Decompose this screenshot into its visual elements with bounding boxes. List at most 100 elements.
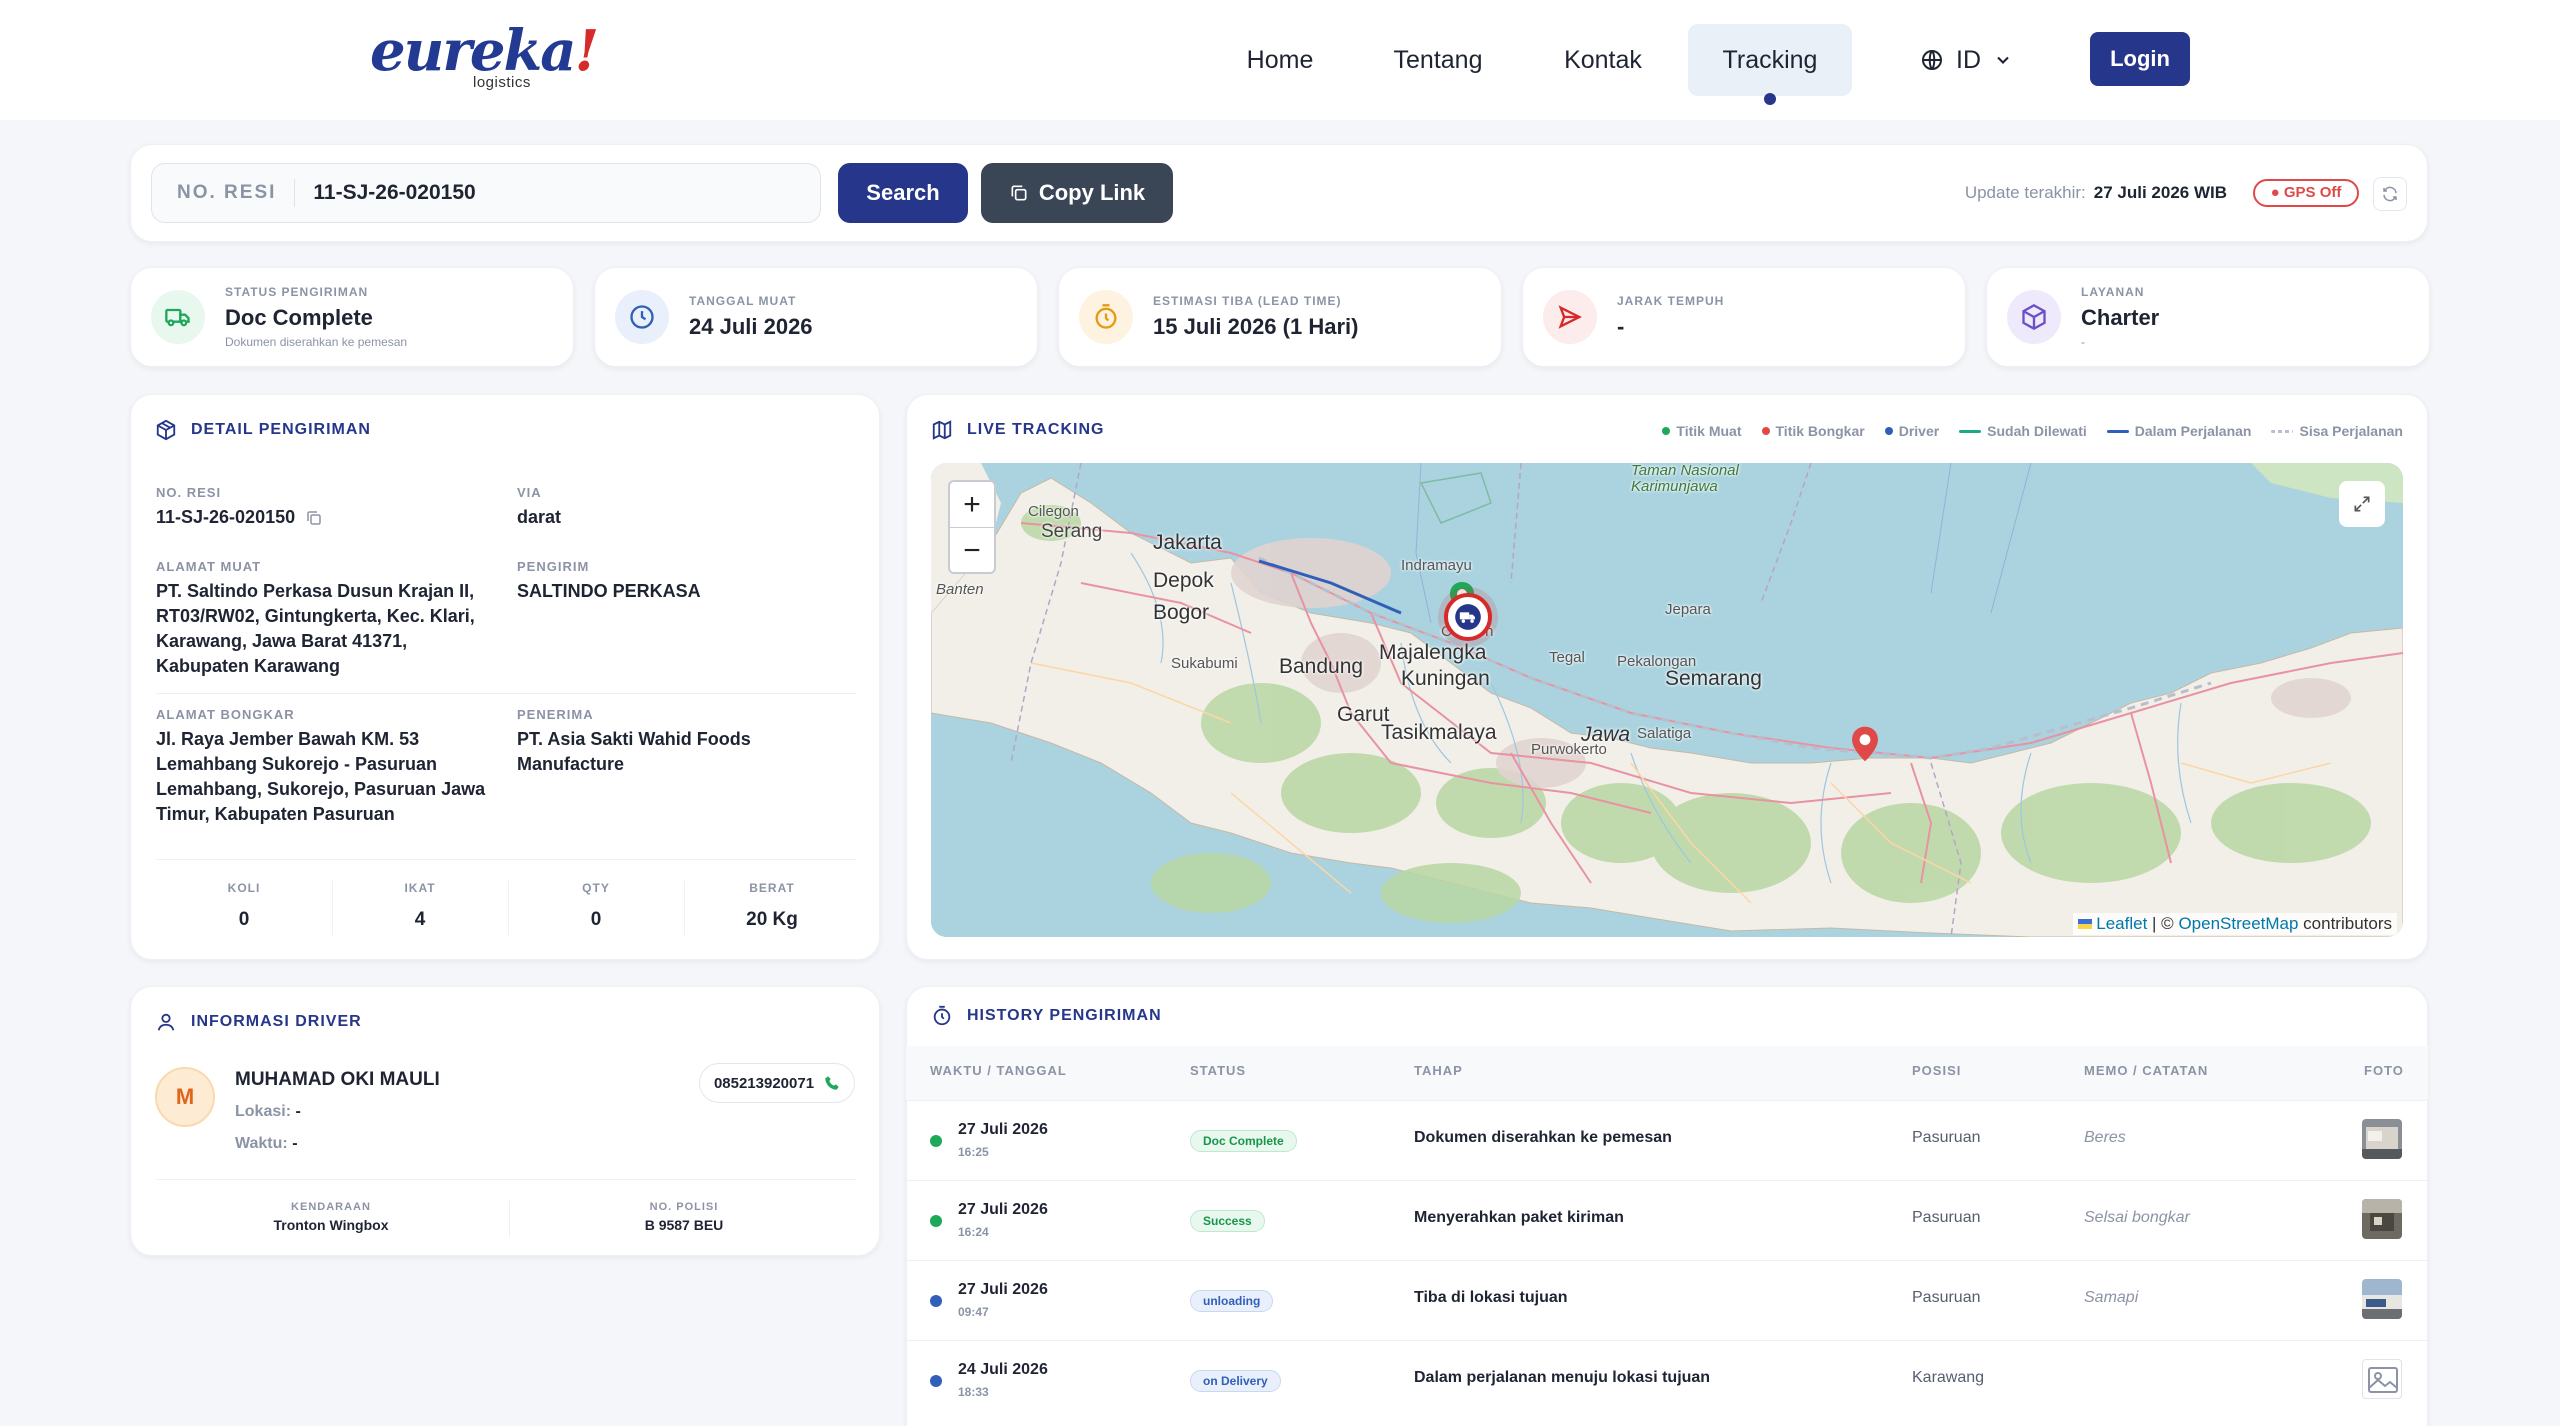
legend-titik-bongkar: Titik Bongkar	[1761, 423, 1865, 439]
language-selector[interactable]: ID	[1920, 40, 2013, 80]
place-indramayu: Indramayu	[1401, 557, 1472, 574]
login-button[interactable]: Login	[2090, 32, 2190, 86]
total-koli-label: KOLI	[227, 881, 261, 895]
place-majalengka: Majalengka	[1379, 641, 1487, 664]
detail-alamat-muat: PT. Saltindo Perkasa Dusun Krajan II, RT0…	[156, 581, 475, 676]
photo-thumbnail[interactable]	[2362, 1199, 2402, 1239]
driver-marker[interactable]	[1444, 593, 1492, 641]
leaflet-link[interactable]: Leaflet	[2096, 914, 2147, 933]
col-posisi: POSISI	[1912, 1063, 1962, 1078]
last-update: Update terakhir: 27 Juli 2026 WIB	[1964, 183, 2227, 202]
copy-icon[interactable]	[305, 509, 323, 527]
copy-link-label: Copy Link	[1038, 180, 1146, 205]
live-tracking-card: LIVE TRACKING Titik Muat Titik Bongkar D…	[906, 394, 2428, 960]
map-icon	[932, 420, 952, 440]
detail-penerima: PT. Asia Sakti Wahid Foods Manufacture	[517, 729, 751, 774]
gps-status-badge: ● GPS Off	[2253, 179, 2359, 207]
detail-pengiriman-card: DETAIL PENGIRIMAN NO. RESI 11-SJ-26-0201…	[130, 394, 880, 960]
osm-link[interactable]: OpenStreetMap	[2178, 914, 2298, 933]
nav-tracking[interactable]: Tracking	[1688, 24, 1852, 105]
photo-thumbnail[interactable]	[2362, 1279, 2402, 1319]
status-badge: on Delivery	[1190, 1370, 1281, 1392]
table-row: 27 Juli 2026 16:25 Doc Complete Dokumen …	[906, 1100, 2428, 1180]
phone-icon	[825, 1076, 839, 1090]
status-badge: Doc Complete	[1190, 1130, 1297, 1152]
send-icon	[1543, 290, 1597, 344]
detail-pengirim: SALTINDO PERKASA	[517, 581, 701, 601]
col-waktu: WAKTU / TANGGAL	[930, 1063, 1067, 1078]
jarak-value: -	[1617, 314, 1625, 339]
col-status: STATUS	[1190, 1063, 1247, 1078]
nav-kontak[interactable]: Kontak	[1550, 24, 1656, 96]
place-banten: Banten	[936, 581, 984, 598]
driver-phone-button[interactable]: 085213920071	[699, 1063, 855, 1103]
place-tegal: Tegal	[1549, 649, 1585, 666]
driver-name: MUHAMAD OKI MAULI	[235, 1069, 440, 1090]
driver-lokasi: Lokasi: -	[235, 1103, 301, 1120]
table-row: 27 Juli 2026 09:47 unloading Tiba di lok…	[906, 1260, 2428, 1340]
search-button[interactable]: Search	[838, 163, 968, 223]
truck-icon	[151, 290, 205, 344]
kendaraan-value: Tronton Wingbox	[273, 1217, 389, 1233]
legend-titik-muat: Titik Muat	[1662, 423, 1742, 439]
place-karimunjawa: Taman Nasional Karimunjawa	[1631, 463, 1739, 495]
active-indicator-dot	[1764, 93, 1776, 105]
timeline-dot	[930, 1295, 942, 1307]
place-kuningan: Kuningan	[1401, 667, 1490, 690]
zoom-out-button[interactable]: −	[950, 527, 994, 572]
globe-icon	[1922, 50, 1942, 70]
last-update-value: 27 Juli 2026 WIB	[2093, 183, 2227, 202]
navbar: eureka! logistics Home Tentang Kontak Tr…	[0, 0, 2560, 120]
status-badge: unloading	[1190, 1290, 1274, 1312]
nav-home[interactable]: Home	[1230, 24, 1330, 96]
driver-title: INFORMASI DRIVER	[155, 1011, 362, 1033]
search-card: NO. RESI Search Copy Link Update terakhi…	[130, 144, 2428, 242]
stat-layanan: LAYANAN Charter -	[1986, 267, 2430, 367]
total-ikat-value: 4	[414, 909, 426, 930]
resi-search-field[interactable]: NO. RESI	[151, 163, 821, 223]
refresh-button[interactable]	[2373, 177, 2407, 211]
no-polisi-value: B 9587 BEU	[644, 1217, 724, 1233]
legend-dalam-perjalanan: Dalam Perjalanan	[2106, 423, 2251, 439]
legend-sudah-dilewati: Sudah Dilewati	[1959, 423, 2087, 439]
stat-tanggal-muat: TANGGAL MUAT 24 Juli 2026	[594, 267, 1038, 367]
titik-bongkar-marker[interactable]	[1851, 725, 1879, 763]
map-tiles	[931, 463, 2403, 937]
image-placeholder-icon[interactable]	[2362, 1359, 2402, 1399]
clock-icon	[615, 290, 669, 344]
detail-via: darat	[517, 507, 562, 527]
total-qty-label: QTY	[582, 881, 610, 895]
col-foto: FOTO	[2364, 1063, 2404, 1078]
map-attribution: Leaflet | © OpenStreetMap contributors	[2073, 913, 2397, 935]
photo-thumbnail[interactable]	[2362, 1119, 2402, 1159]
detail-no-resi: 11-SJ-26-020150	[156, 505, 323, 530]
map-legend: Titik Muat Titik Bongkar Driver Sudah Di…	[1662, 423, 2403, 439]
copy-link-button[interactable]: Copy Link	[981, 163, 1173, 223]
place-salatiga: Salatiga	[1637, 725, 1692, 742]
expand-icon	[2354, 496, 2370, 512]
chevron-down-icon	[1997, 56, 2009, 64]
refresh-icon	[2383, 186, 2397, 202]
layanan-value: Charter	[2081, 305, 2160, 330]
place-depok: Depok	[1153, 569, 1214, 592]
nav-tracking-label: Tracking	[1722, 46, 1818, 74]
place-sukabumi: Sukabumi	[1171, 655, 1238, 672]
timer-icon	[1079, 290, 1133, 344]
truck-icon	[1455, 604, 1481, 630]
tracking-map[interactable]: Cilegon Serang Jakarta Depok Bogor Indra…	[931, 463, 2403, 937]
total-ikat-label: IKAT	[404, 881, 436, 895]
status-badge: Success	[1190, 1210, 1265, 1232]
tanggal-muat-value: 24 Juli 2026	[689, 314, 813, 339]
package-icon	[156, 419, 176, 441]
nav-tentang[interactable]: Tentang	[1382, 24, 1494, 96]
timeline-dot	[930, 1215, 942, 1227]
total-koli-value: 0	[238, 909, 250, 930]
fullscreen-button[interactable]	[2339, 481, 2385, 527]
eureka-logo[interactable]: eureka! logistics	[370, 18, 599, 98]
resi-input[interactable]	[295, 181, 696, 205]
zoom-in-button[interactable]: +	[950, 482, 994, 527]
timeline-dot	[930, 1135, 942, 1147]
stat-status-pengiriman: STATUS PENGIRIMAN Doc Complete Dokumen dis…	[130, 267, 574, 367]
timeline-dot	[930, 1375, 942, 1387]
legend-sisa-perjalanan: Sisa Perjalanan	[2271, 423, 2403, 439]
